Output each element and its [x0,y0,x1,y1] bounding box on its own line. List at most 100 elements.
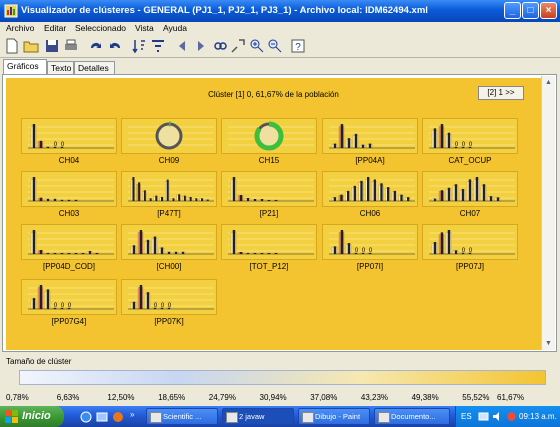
bar [153,236,157,254]
toolbar: ? [0,36,560,58]
cluster-chart-cell[interactable]: 0 0 0 [PP07K] [121,279,217,327]
network-icon[interactable] [478,411,489,422]
task-app-icon [302,412,314,423]
bar [347,243,351,254]
cluster-chart-label: [TOT_P12] [249,262,289,271]
mini-chart-svg: 000 [329,230,415,255]
bar [380,183,383,201]
task-app-icon [378,412,390,423]
zoom-in-icon[interactable] [249,38,265,54]
tab-graficos[interactable]: Gráficos [3,59,47,74]
bar [32,177,36,201]
bar [232,177,236,201]
shield-icon[interactable] [506,411,517,422]
zoom-out-icon[interactable] [267,38,283,54]
task-javaw[interactable]: 2 javaw [222,408,294,425]
cluster-chart-label: CH03 [58,209,80,218]
cluster-chart-cell[interactable]: CH07 [422,171,518,219]
bar [347,138,351,148]
cluster-chart-cell[interactable]: [PP04D_COD] [21,224,117,272]
scroll-up-icon[interactable]: ▲ [543,77,554,88]
mini-chart-svg [429,177,515,202]
cluster-chart-cell[interactable]: 0 0 [PP07J] [422,224,518,272]
mini-chart [21,224,117,260]
cluster-chart-label: CH06 [359,209,381,218]
cluster-chart-cell[interactable]: CH15 [221,118,317,166]
bar [253,199,257,201]
new-icon[interactable] [4,38,20,54]
next-cluster-button[interactable]: [2] 1 >> [478,86,524,100]
cluster-chart-cell[interactable]: CH06 [322,171,418,219]
maximize-button[interactable]: □ [522,2,539,19]
size-scale-label: 49,38% [411,393,439,402]
scroll-down-icon[interactable]: ▼ [543,338,554,349]
mini-chart [121,171,217,207]
open-icon[interactable] [23,38,39,54]
task-label: 2 javaw [239,412,265,421]
browser-quicklaunch-icon[interactable] [80,411,92,423]
cluster-chart-cell[interactable]: CH03 [21,171,117,219]
ring-track [155,122,183,150]
task-label: Dibujo - Paint [315,412,361,421]
size-scale-label: 61,67% [497,393,525,402]
bar [232,230,236,254]
bar [440,190,444,201]
mini-chart-svg [329,124,415,149]
firefox-quicklaunch-icon[interactable] [112,411,124,423]
cluster-chart-cell[interactable]: 0 0 CH04 [21,118,117,166]
print-icon[interactable] [63,38,79,54]
redo-icon[interactable] [88,38,104,54]
task-documento[interactable]: Documento... [374,408,450,425]
mini-chart-svg [128,177,214,202]
mini-chart [121,118,217,154]
taskbar: Inicio » Scientific ... 2 javaw Dibujo -… [0,406,560,427]
task-paint[interactable]: Dibujo - Paint [298,408,370,425]
menu-archivo[interactable]: Archivo [6,23,34,33]
menu-seleccionado[interactable]: Seleccionado [75,23,126,33]
menu-editar[interactable]: Editar [44,23,66,33]
forward-icon[interactable] [193,38,209,54]
cluster-chart-cell[interactable]: 0 0 0 [PP07I] [322,224,418,272]
quicklaunch-more-icon[interactable]: » [130,410,134,419]
undo-icon[interactable] [107,38,123,54]
cluster-chart-cell[interactable]: [P47T] [121,171,217,219]
volume-icon[interactable] [492,411,503,422]
bar [347,190,350,201]
link-icon[interactable] [212,38,228,54]
bar [333,143,337,148]
minimize-button[interactable]: _ [504,2,521,19]
menu-vista[interactable]: Vista [135,23,154,33]
close-button[interactable]: × [540,2,557,19]
menu-ayuda[interactable]: Ayuda [163,23,187,33]
cluster-chart-cell[interactable]: [CH00] [121,224,217,272]
desktop-quicklaunch-icon[interactable] [96,411,108,423]
cluster-chart-label: [PP07I] [356,262,384,271]
cluster-chart-cell[interactable]: 0 0 0 [PP07G4] [21,279,117,327]
cluster-chart-label: CH07 [459,209,481,218]
help-icon[interactable]: ? [290,38,306,54]
save-icon[interactable] [44,38,60,54]
task-scientific[interactable]: Scientific ... [146,408,218,425]
zoom-fit-icon[interactable] [230,38,246,54]
cluster-chart-cell[interactable]: 0 0 0 CAT_OCUP [422,118,518,166]
vertical-scrollbar[interactable]: ▲ ▼ [541,76,555,350]
cluster-chart-label: [PP07J] [455,262,484,271]
bar [161,197,163,201]
language-indicator[interactable]: ES [461,412,472,421]
cluster-chart-cell[interactable]: [TOT_P12] [221,224,317,272]
task-label: Documento... [391,412,436,421]
bar [354,133,358,148]
bar [189,197,192,201]
tab-texto[interactable]: Texto [47,61,74,74]
tab-detalles[interactable]: Detalles [74,61,115,74]
cluster-chart-cell[interactable]: [PP04A] [322,118,418,166]
cluster-header: Clúster [1] 0, 61,67% de la población [208,90,339,99]
back-icon[interactable] [174,38,190,54]
sort-icon[interactable] [131,38,147,54]
cluster-chart-cell[interactable]: CH09 [121,118,217,166]
mini-chart: 00 [422,224,518,260]
filter-icon[interactable] [150,38,166,54]
cluster-chart-cell[interactable]: [P21] [221,171,317,219]
bar [167,251,171,254]
start-button[interactable]: Inicio [0,406,64,427]
